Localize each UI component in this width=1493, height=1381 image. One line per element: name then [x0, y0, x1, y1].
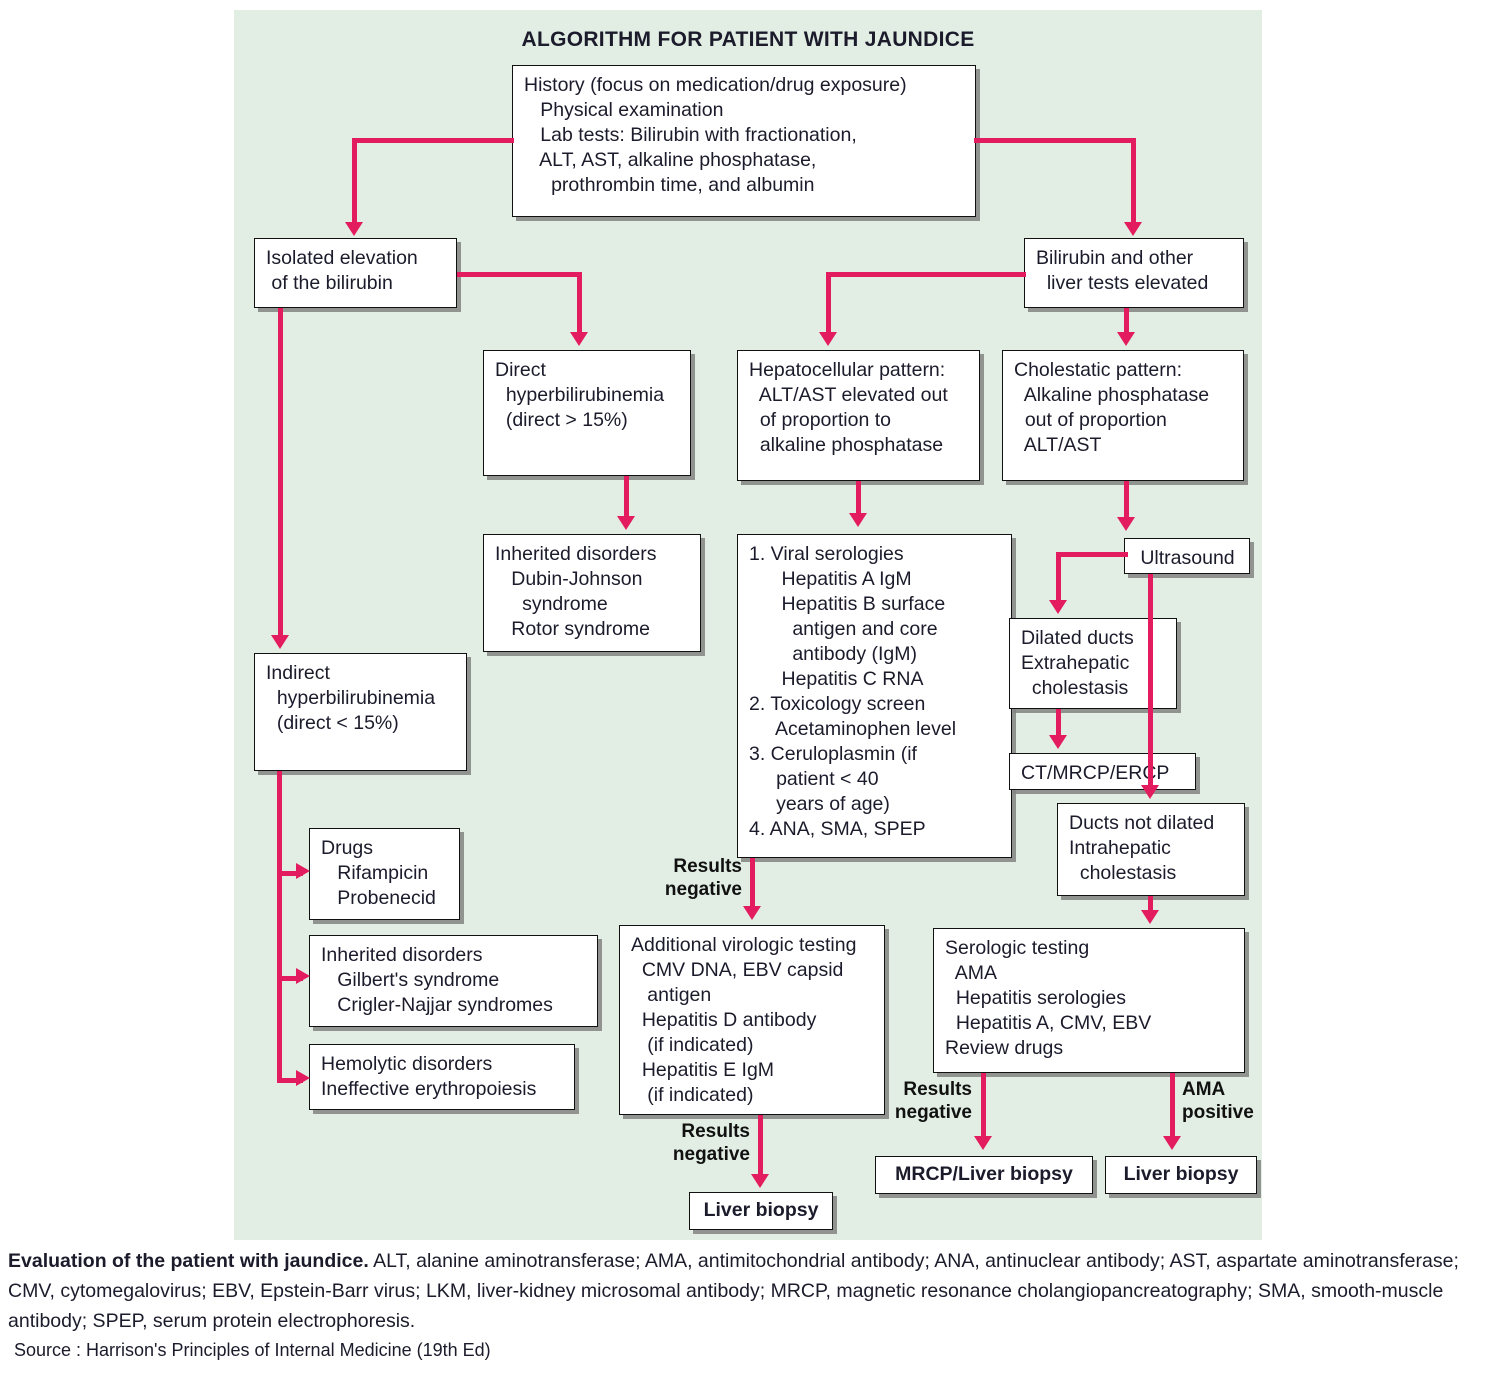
arrowhead-to-ultrasound [1117, 517, 1135, 531]
arrowhead-to-hemolytic [296, 1070, 310, 1086]
node-direct-hyperbilirubinemia: Direct hyperbilirubinemia (direct > 15%) [483, 350, 691, 476]
connector-serologic-to-liverbiopsy-v [1170, 1073, 1175, 1138]
arrowhead-to-mrcp-liver-biopsy [974, 1136, 992, 1150]
connector-additional-to-liverbiopsy-v [758, 1115, 763, 1176]
connector-bili-to-hepatocellular-v [826, 272, 831, 334]
arrowhead-to-cholestatic-pattern [1117, 332, 1135, 346]
node-drugs: Drugs Rifampicin Probenecid [309, 828, 460, 920]
arrowhead-to-inherited-direct [617, 516, 635, 530]
arrowhead-to-hepatocellular-pattern [819, 332, 837, 346]
page-title: ALGORITHM FOR PATIENT WITH JAUNDICE [521, 28, 975, 51]
edge-label-results-negative-3: Results negative [894, 1079, 972, 1123]
node-cholestatic-pattern: Cholestatic pattern: Alkaline phosphatas… [1002, 350, 1244, 481]
connector-dilated-to-ct-v [1056, 709, 1061, 737]
connector-history-left-h [352, 138, 514, 143]
connector-history-left-v [352, 138, 357, 224]
arrowhead-to-isolated-bilirubin [345, 222, 363, 236]
edge-label-results-negative-2: Results negative [672, 1121, 750, 1165]
algorithm-panel: ALGORITHM FOR PATIENT WITH JAUNDICE Hist… [234, 10, 1262, 1240]
arrowhead-to-liver-biopsy-right [1163, 1136, 1181, 1150]
arrowhead-to-inherited-indirect [296, 968, 310, 984]
node-isolated-bilirubin: Isolated elevation of the bilirubin [254, 238, 457, 308]
arrowhead-to-dilated-ducts [1049, 600, 1067, 614]
arrowhead-to-liver-biopsy-center [751, 1174, 769, 1188]
node-inherited-disorders-indirect: Inherited disorders Gilbert's syndrome C… [309, 935, 598, 1027]
arrowhead-to-indirect-hyperbilirubinemia [271, 635, 289, 649]
connector-bili-to-cholestatic-v [1124, 308, 1129, 334]
edge-label-results-negative-1: Results negative [664, 856, 742, 900]
node-hemolytic-disorders: Hemolytic disorders Ineffective erythrop… [309, 1044, 575, 1110]
connector-isolated-to-indirect-v [278, 308, 283, 637]
connector-history-right-h [974, 138, 1136, 143]
node-ultrasound: Ultrasound [1124, 538, 1250, 574]
arrowhead-to-serologic-testing [1141, 910, 1159, 924]
arrowhead-to-ct-mrcp-ercp [1049, 735, 1067, 749]
node-indirect-hyperbilirubinemia: Indirect hyperbilirubinemia (direct < 15… [254, 653, 467, 771]
connector-direct-to-inherited-v [624, 476, 629, 518]
connector-ultrasound-to-dilated-h [1056, 552, 1128, 557]
node-ducts-not-dilated: Ducts not dilated Intrahepatic cholestas… [1057, 803, 1245, 896]
node-liver-biopsy-center: Liver biopsy [689, 1192, 833, 1230]
node-bilirubin-other-tests: Bilirubin and other liver tests elevated [1024, 238, 1244, 308]
connector-history-right-v [1131, 138, 1136, 224]
edge-label-ama-positive: AMA positive [1182, 1079, 1254, 1123]
connector-cholestatic-to-ultrasound-v [1124, 481, 1129, 519]
node-history: History (focus on medication/drug exposu… [512, 65, 976, 217]
node-mrcp-liver-biopsy: MRCP/Liver biopsy [875, 1156, 1093, 1194]
connector-serologic-to-mrcp-v [981, 1073, 986, 1138]
arrowhead-to-additional-virologic [743, 906, 761, 920]
figure-source: Source : Harrison's Principles of Intern… [14, 1340, 491, 1360]
arrowhead-to-direct-hyperbilirubinemia [570, 332, 588, 346]
connector-viral-to-additional-v [750, 858, 755, 908]
node-liver-biopsy-right: Liver biopsy [1105, 1156, 1257, 1194]
arrowhead-to-drugs [296, 863, 310, 879]
node-ct-mrcp-ercp: CT/MRCP/ERCP [1009, 753, 1196, 790]
connector-ultrasound-to-dilated-v [1056, 552, 1061, 602]
node-inherited-disorders-direct: Inherited disorders Dubin-Johnson syndro… [483, 534, 701, 652]
arrowhead-to-bilirubin-other-tests [1124, 222, 1142, 236]
arrowhead-to-viral-serologies [849, 513, 867, 527]
connector-hepatocellular-to-viral-v [856, 481, 861, 515]
figure-caption: Evaluation of the patient with jaundice.… [8, 1246, 1488, 1336]
connector-isolated-to-direct-h [457, 272, 582, 277]
node-viral-serologies: 1. Viral serologies Hepatitis A IgM Hepa… [737, 534, 1012, 858]
node-serologic-testing: Serologic testing AMA Hepatitis serologi… [933, 928, 1245, 1073]
arrowhead-to-ducts-not-dilated [1141, 785, 1159, 799]
caption-lead: Evaluation of the patient with jaundice. [8, 1250, 369, 1272]
node-hepatocellular-pattern: Hepatocellular pattern: ALT/AST elevated… [737, 350, 980, 481]
connector-isolated-to-direct-v [577, 272, 582, 334]
connector-indirect-bus-v [277, 771, 282, 1083]
connector-ultrasound-to-ducts-not-dilated-v [1148, 574, 1153, 787]
connector-bili-to-hepatocellular-h [826, 272, 1026, 277]
